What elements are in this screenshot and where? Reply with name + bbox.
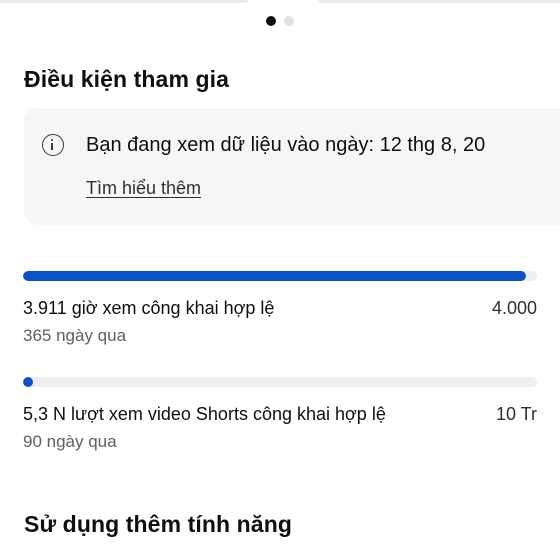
carousel-dot-2[interactable] (284, 16, 294, 26)
watch-hours-period: 365 ngày qua (23, 326, 127, 345)
data-date-info-card: Bạn đang xem dữ liệu vào ngày: 12 thg 8,… (24, 108, 560, 225)
learn-more-link[interactable]: Tìm hiểu thêm (86, 178, 201, 199)
carousel-pagination (0, 16, 560, 26)
more-features-title: Sử dụng thêm tính năng (24, 511, 292, 537)
card-edge-right (318, 0, 560, 3)
watch-hours-progress-fill (23, 271, 526, 281)
card-edge-left (0, 0, 248, 3)
shorts-views-progress-fill (23, 377, 33, 387)
watch-hours-progress-bar (23, 271, 537, 281)
shorts-views-period: 90 ngày qua (23, 432, 117, 451)
data-date-text: Bạn đang xem dữ liệu vào ngày: 12 thg 8,… (86, 134, 486, 156)
shorts-views-label: 5,3 N lượt xem video Shorts công khai hợ… (23, 404, 386, 424)
shorts-views-target: 10 Tr (495, 404, 537, 424)
previous-card-edge (0, 0, 560, 4)
shorts-views-progress-bar (23, 377, 537, 387)
watch-hours-label: 3.911 giờ xem công khai hợp lệ (23, 298, 275, 318)
eligibility-title: Điều kiện tham gia (24, 66, 230, 92)
carousel-dot-1[interactable] (266, 16, 276, 26)
info-icon (42, 134, 64, 156)
watch-hours-target: 4.000 (491, 298, 537, 318)
